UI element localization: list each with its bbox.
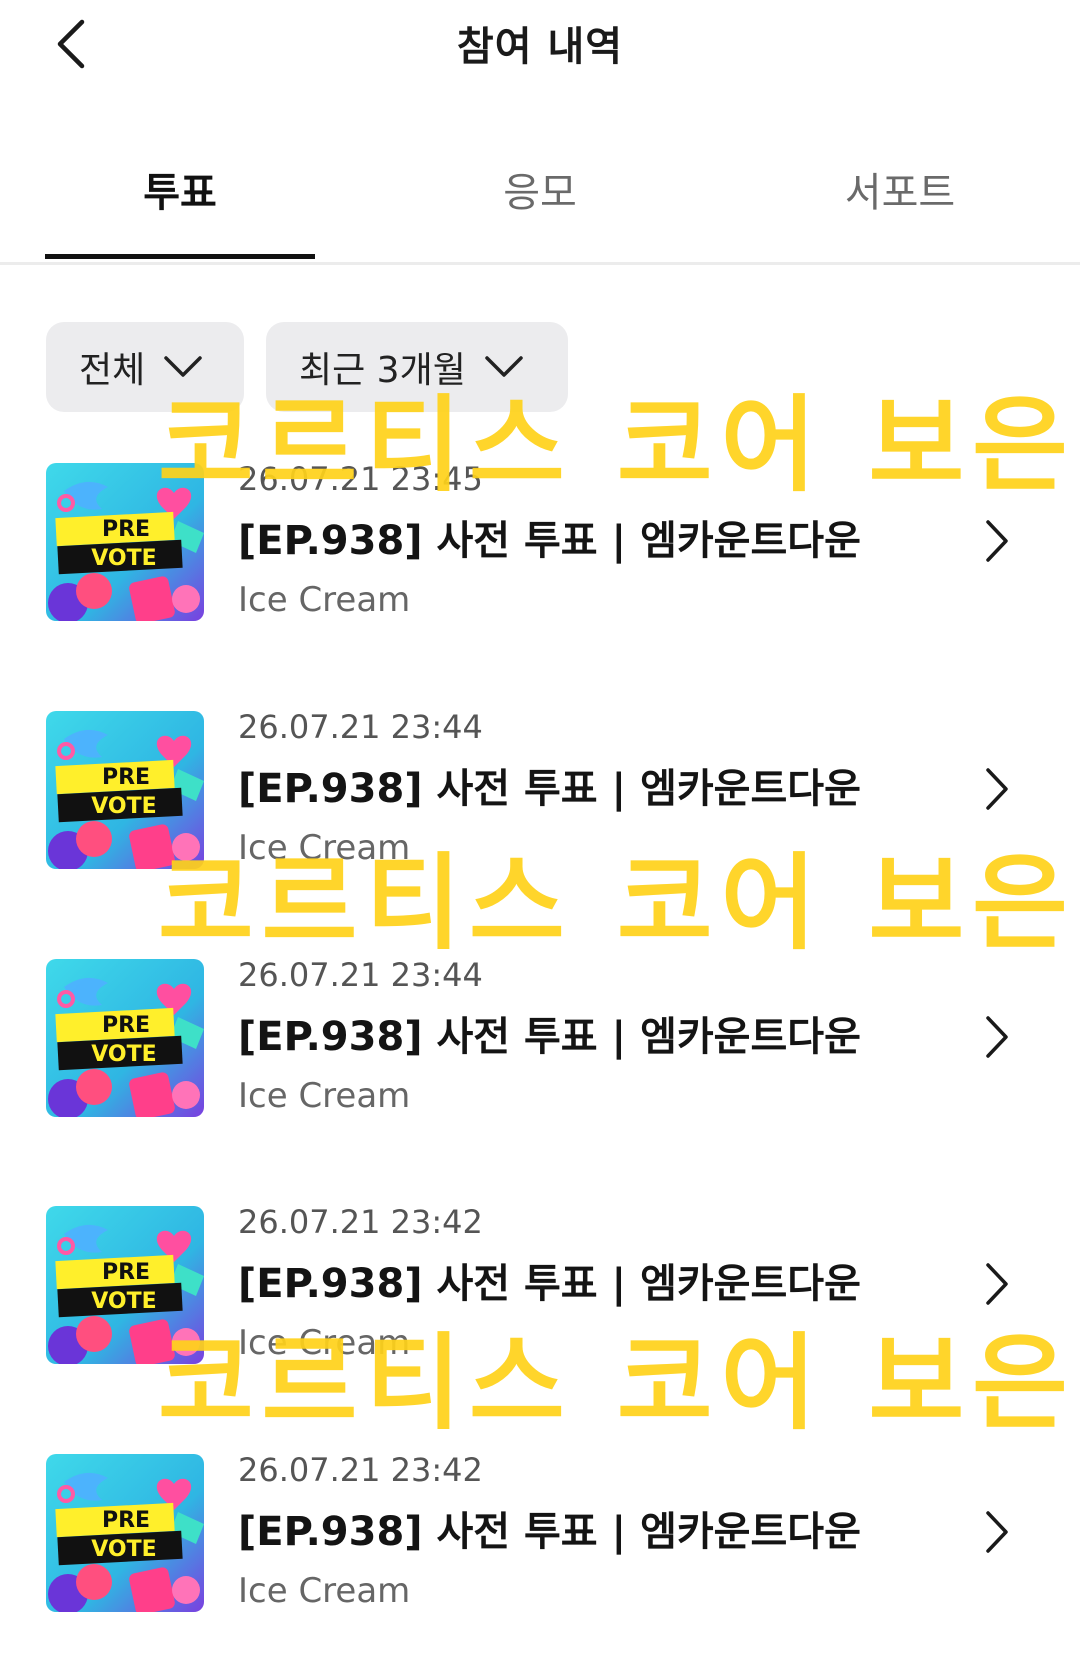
thumbnail-pre-text: PRE: [102, 1508, 150, 1533]
vote-title: [EP.938] 사전 투표 | 엠카운트다운: [238, 766, 861, 812]
tab-entry[interactable]: 응모: [390, 160, 690, 218]
pre-vote-thumbnail: PRE VOTE: [46, 1206, 204, 1364]
chevron-right-icon[interactable]: [976, 516, 1016, 566]
header: 참여 내역: [0, 0, 1080, 100]
thumbnail-pre-text: PRE: [102, 765, 150, 790]
vote-title: [EP.938] 사전 투표 | 엠카운트다운: [238, 1014, 861, 1060]
pre-vote-thumbnail: PRE VOTE: [46, 959, 204, 1117]
tab-active-indicator: [45, 254, 315, 259]
pre-vote-thumbnail: PRE VOTE: [46, 463, 204, 621]
vote-date: 26.07.21 23:45: [238, 460, 483, 498]
vote-title: [EP.938] 사전 투표 | 엠카운트다운: [238, 518, 861, 564]
chevron-right-icon[interactable]: [976, 1012, 1016, 1062]
page-title: 참여 내역: [456, 24, 624, 70]
pre-vote-thumbnail: PRE VOTE: [46, 711, 204, 869]
tab-bar: 투표 응모 서포트: [0, 130, 1080, 265]
chevron-down-icon: [485, 356, 523, 377]
thumbnail-pre-text: PRE: [102, 517, 150, 542]
vote-date: 26.07.21 23:42: [238, 1451, 483, 1489]
tab-support[interactable]: 서포트: [750, 160, 1050, 218]
list-item[interactable]: PRE VOTE 26.07.21 23:44 [EP.938] 사전 투표 |…: [0, 956, 1080, 1136]
list-item[interactable]: PRE VOTE 26.07.21 23:45 [EP.938] 사전 투표 |…: [0, 460, 1080, 640]
thumbnail-pre-text: PRE: [102, 1260, 150, 1285]
vote-candidate: Ice Cream: [238, 1571, 411, 1611]
filter-type-label: 전체: [79, 350, 146, 391]
list-item[interactable]: PRE VOTE 26.07.21 23:42 [EP.938] 사전 투표 |…: [0, 1203, 1080, 1383]
thumbnail-pre-text: PRE: [102, 1013, 150, 1038]
chevron-down-icon: [164, 356, 202, 377]
tab-vote[interactable]: 투표: [30, 160, 330, 218]
chevron-right-icon[interactable]: [976, 1507, 1016, 1557]
list-item[interactable]: PRE VOTE 26.07.21 23:44 [EP.938] 사전 투표 |…: [0, 708, 1080, 888]
vote-candidate: Ice Cream: [238, 580, 411, 620]
chevron-right-icon[interactable]: [976, 1259, 1016, 1309]
vote-candidate: Ice Cream: [238, 1323, 411, 1363]
vote-date: 26.07.21 23:42: [238, 1203, 483, 1241]
chevron-right-icon[interactable]: [976, 764, 1016, 814]
pre-vote-thumbnail: PRE VOTE: [46, 1454, 204, 1612]
vote-title: [EP.938] 사전 투표 | 엠카운트다운: [238, 1509, 861, 1555]
filter-period-dropdown[interactable]: 최근 3개월: [266, 322, 568, 412]
vote-title: [EP.938] 사전 투표 | 엠카운트다운: [238, 1261, 861, 1307]
thumbnail-vote-text: VOTE: [91, 1042, 156, 1067]
thumbnail-vote-text: VOTE: [91, 794, 156, 819]
vote-candidate: Ice Cream: [238, 828, 411, 868]
thumbnail-vote-text: VOTE: [91, 1289, 156, 1314]
vote-candidate: Ice Cream: [238, 1076, 411, 1116]
list-item[interactable]: PRE VOTE 26.07.21 23:42 [EP.938] 사전 투표 |…: [0, 1451, 1080, 1631]
vote-date: 26.07.21 23:44: [238, 708, 483, 746]
thumbnail-vote-text: VOTE: [91, 546, 156, 571]
thumbnail-vote-text: VOTE: [91, 1537, 156, 1562]
filter-period-label: 최근 3개월: [299, 350, 466, 391]
vote-date: 26.07.21 23:44: [238, 956, 483, 994]
filter-type-dropdown[interactable]: 전체: [46, 322, 244, 412]
